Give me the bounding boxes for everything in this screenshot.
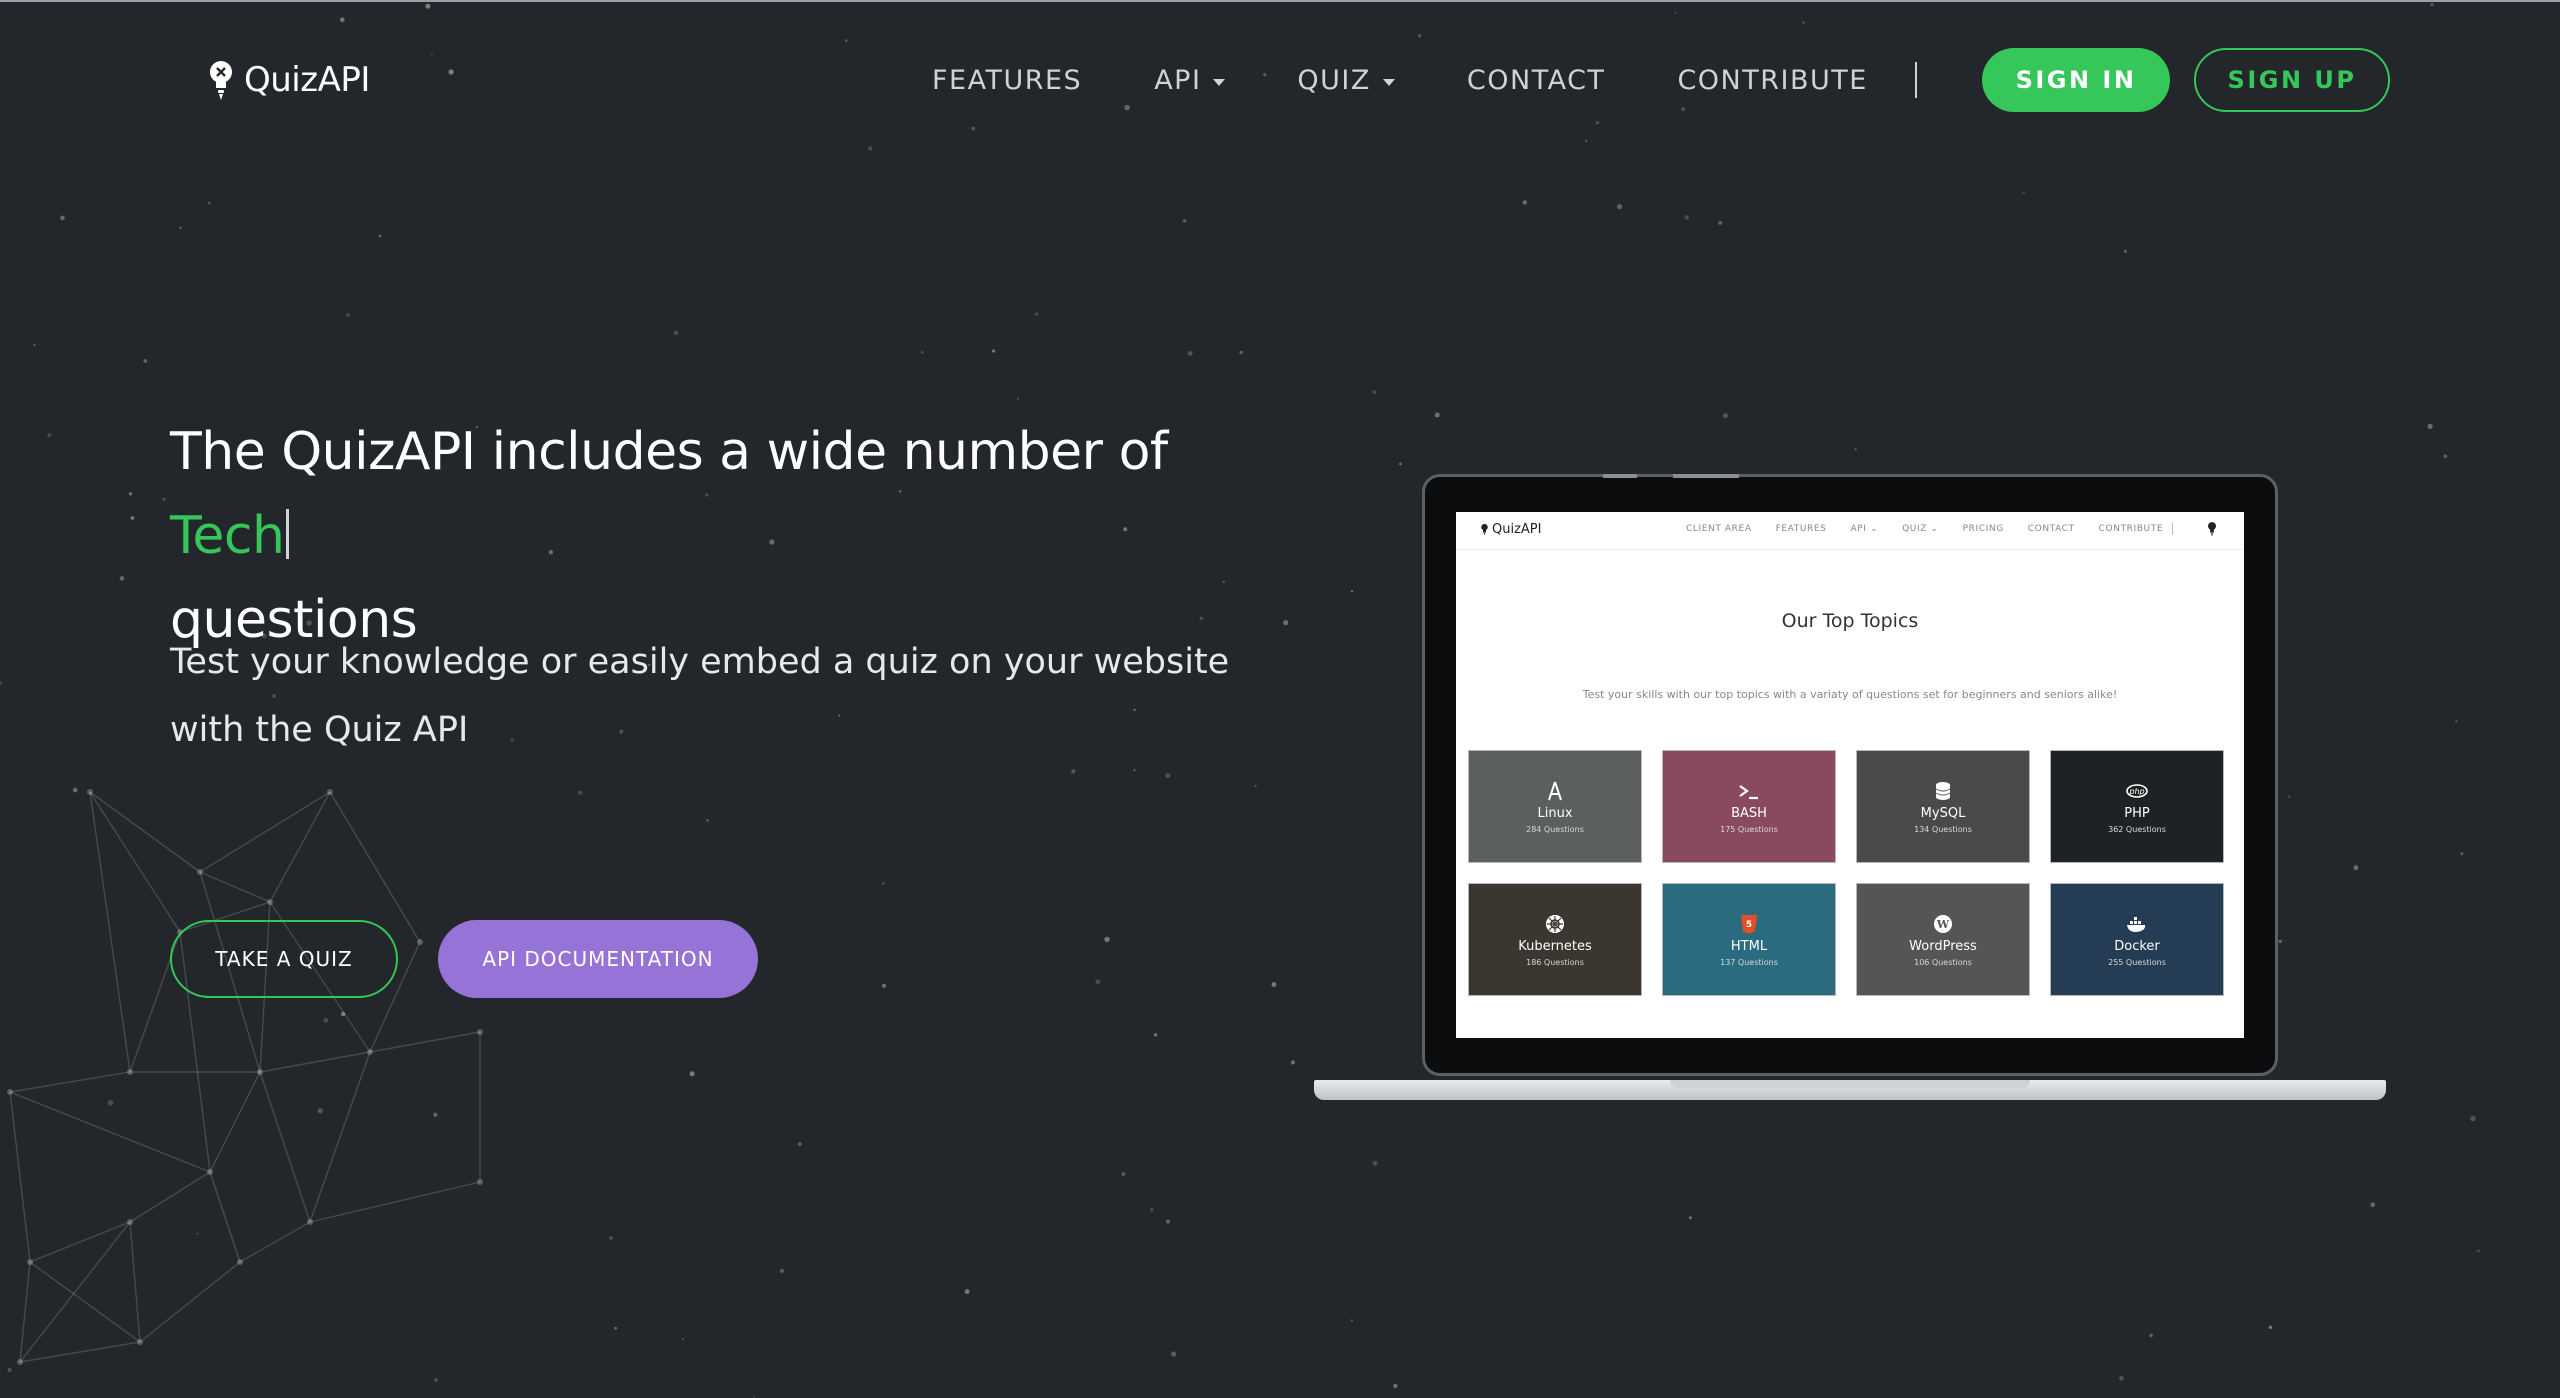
main-nav: FEATURES API QUIZ CONTACT CONTRIBUTE: [932, 54, 1940, 106]
nav-api-label: API: [1154, 64, 1202, 96]
preview-nav-item: API ⌄: [1850, 524, 1879, 534]
preview-description: Test your skills with our top topics wit…: [1582, 688, 2118, 701]
topic-name: Linux: [1537, 805, 1573, 821]
laptop-base-notch: [1670, 1080, 2030, 1088]
topic-card-wordpress: W WordPress 106 Questions: [1856, 883, 2030, 996]
sign-in-button[interactable]: SIGN IN: [1982, 48, 2170, 112]
laptop-base: [1314, 1080, 2386, 1100]
preview-logo-text: QuizAPI: [1492, 522, 1542, 537]
logo-link[interactable]: QuizAPI: [206, 54, 370, 106]
topic-question-count: 255 Questions: [2108, 957, 2166, 967]
nav-contribute[interactable]: CONTRIBUTE: [1677, 65, 1867, 96]
preview-nav: QuizAPI CLIENT AREA FEATURES API ⌄ QUIZ …: [1456, 512, 2244, 550]
database-icon: [1935, 781, 1951, 800]
topic-name: BASH: [1731, 805, 1767, 821]
topic-card-bash: BASH 175 Questions: [1662, 750, 1836, 863]
hero-title: The QuizAPI includes a wide number of Te…: [170, 410, 1290, 662]
topic-question-count: 134 Questions: [1914, 824, 1972, 834]
kubernetes-icon: [1546, 914, 1564, 933]
php-icon: php: [2126, 783, 2148, 798]
preview-logo: QuizAPI: [1480, 522, 1541, 537]
nav-features[interactable]: FEATURES: [932, 65, 1082, 96]
take-a-quiz-button[interactable]: TAKE A QUIZ: [170, 920, 398, 998]
nav-quiz-dropdown[interactable]: QUIZ: [1297, 64, 1395, 96]
preview-nav-item: CONTRIBUTE: [2098, 524, 2164, 534]
topic-name: PHP: [2124, 805, 2150, 821]
topic-name: Kubernetes: [1518, 938, 1592, 954]
linux-icon: [1548, 781, 1562, 800]
logo-text: QuizAPI: [244, 60, 370, 100]
topic-question-count: 284 Questions: [1526, 824, 1584, 834]
topic-card-php: php PHP 362 Questions: [2050, 750, 2224, 863]
lightbulb-logo-icon: [210, 61, 232, 100]
svg-text:php: php: [2128, 787, 2144, 796]
topic-question-count: 137 Questions: [1720, 957, 1778, 967]
topic-name: HTML: [1730, 938, 1768, 954]
preview-nav-item: PRICING: [1962, 524, 2004, 534]
laptop-preview-image: QuizAPI CLIENT AREA FEATURES API ⌄ QUIZ …: [1314, 472, 2386, 1102]
topic-card-kubernetes: Kubernetes 186 Questions: [1468, 883, 1642, 996]
wordpress-icon: W: [1934, 914, 1952, 933]
sign-up-button[interactable]: SIGN UP: [2194, 48, 2390, 112]
caret-down-icon: [1213, 78, 1226, 86]
hero-subtitle: Test your knowledge or easily embed a qu…: [170, 642, 1230, 750]
lid-detail: [1603, 474, 1637, 478]
typing-cursor: [286, 509, 290, 559]
preview-topic-grid: Linux 284 Questions BASH 175 Questions MySQL…: [1468, 750, 2232, 996]
topic-card-linux: Linux 284 Questions: [1468, 750, 1642, 863]
nav-contribute-label: CONTRIBUTE: [1677, 64, 1868, 96]
topic-question-count: 175 Questions: [1720, 824, 1778, 834]
topic-card-docker: Docker 255 Questions: [2050, 883, 2224, 996]
topic-card-mysql: MySQL 134 Questions: [1856, 750, 2030, 863]
api-documentation-button[interactable]: API DOCUMENTATION: [438, 920, 758, 998]
topic-name: MySQL: [1920, 805, 1966, 821]
nav-features-label: FEATURES: [932, 64, 1083, 96]
preview-heading: Our Top Topics: [1781, 610, 1919, 632]
nav-api-dropdown[interactable]: API: [1154, 64, 1226, 96]
topic-name: WordPress: [1909, 938, 1977, 954]
preview-nav-item: FEATURES: [1775, 524, 1827, 534]
hero-title-typed-word: Tech: [170, 506, 285, 566]
topic-name: Docker: [2114, 938, 2160, 954]
landing-page: QuizAPI FEATURES API QUIZ CONTACT CONTRI…: [0, 0, 2560, 1398]
lid-detail: [1673, 474, 1739, 478]
topic-card-html: 5 HTML 137 Questions: [1662, 883, 1836, 996]
topic-question-count: 362 Questions: [2108, 824, 2166, 834]
hero-title-text: The QuizAPI includes a wide number of: [170, 422, 1168, 482]
docker-icon: [2127, 916, 2146, 932]
lightbulb-icon: [2208, 522, 2216, 537]
terminal-icon: [1739, 784, 1758, 799]
topic-question-count: 106 Questions: [1914, 957, 1972, 967]
nav-quiz-label: QUIZ: [1297, 64, 1371, 96]
preview-nav-item: QUIZ ⌄: [1902, 524, 1939, 534]
laptop-screen: QuizAPI CLIENT AREA FEATURES API ⌄ QUIZ …: [1456, 512, 2244, 1038]
svg-text:W: W: [1936, 918, 1950, 931]
nav-contact[interactable]: CONTACT: [1467, 65, 1606, 96]
nav-contact-label: CONTACT: [1466, 64, 1606, 96]
lightbulb-logo-icon: [1481, 523, 1488, 536]
preview-nav-item: CONTACT: [2027, 524, 2075, 534]
topic-question-count: 186 Questions: [1526, 957, 1584, 967]
preview-nav-item: CLIENT AREA: [1686, 524, 1752, 534]
preview-nav-items: CLIENT AREA FEATURES API ⌄ QUIZ ⌄ PRICIN…: [1686, 524, 2163, 534]
preview-nav-divider: [2172, 523, 2173, 535]
caret-down-icon: [1382, 78, 1395, 86]
site-header: QuizAPI FEATURES API QUIZ CONTACT CONTRI…: [0, 2, 2560, 162]
svg-text:5: 5: [1746, 920, 1752, 930]
html5-icon: 5: [1741, 914, 1757, 934]
nav-divider: [1915, 62, 1917, 98]
